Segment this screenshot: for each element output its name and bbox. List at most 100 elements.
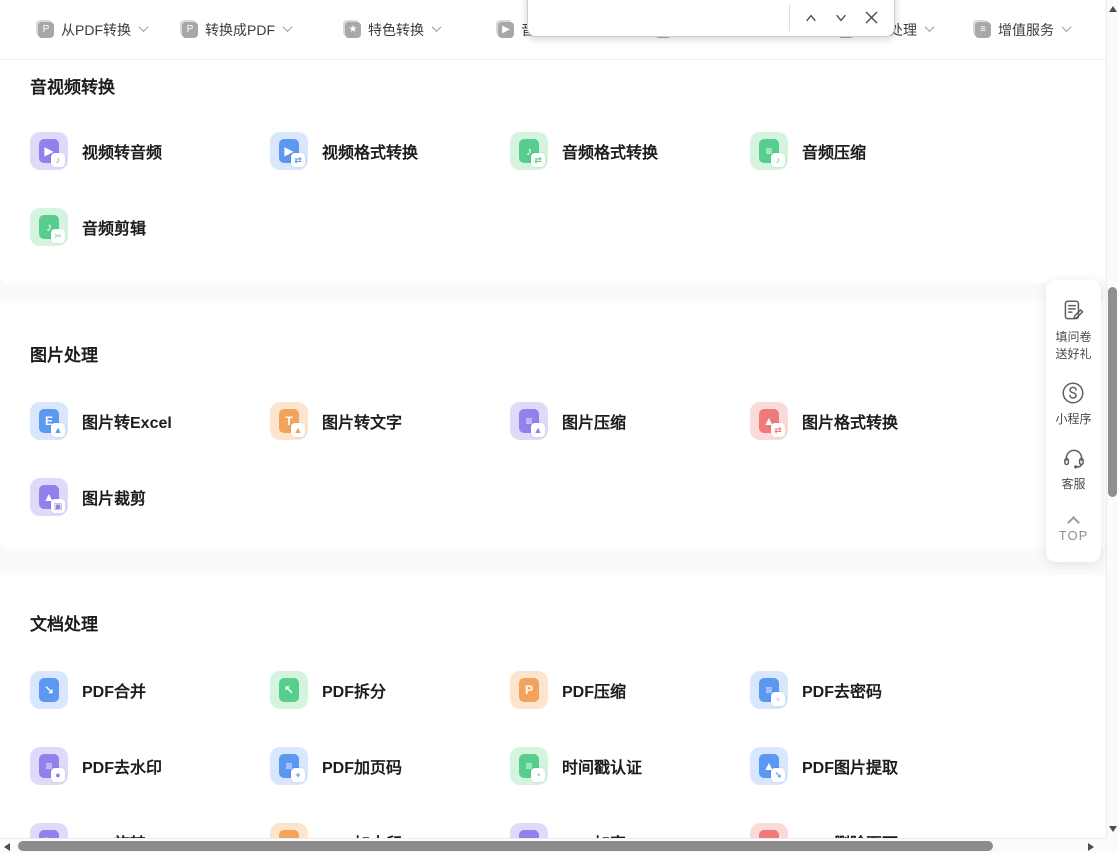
note-badge-icon: ♪ (771, 153, 785, 167)
tool-label: 视频转音频 (82, 139, 162, 163)
image-crop-icon: ▲▣ (30, 478, 68, 516)
star-badge-icon: ★ (345, 22, 361, 38)
nav-item-featured[interactable]: ★ 特色转换 (345, 0, 440, 60)
tool-image-to-excel[interactable]: E▲ 图片转Excel (30, 402, 270, 440)
image-to-excel-icon: E▲ (30, 402, 68, 440)
chevron-down-icon (139, 22, 149, 32)
video-to-audio-icon: ▶♪ (30, 132, 68, 170)
tool-image-compress[interactable]: ≡▲ 图片压缩 (510, 402, 750, 440)
tool-label: 音频格式转换 (562, 139, 658, 163)
pdf-compress-icon: P (510, 671, 548, 709)
scrollbar-corner (1106, 838, 1118, 853)
tool-image-format-convert[interactable]: ▲⇄图片格式转换 (750, 402, 990, 440)
survey-label-line1: 填问卷 (1055, 329, 1091, 346)
find-dialog (527, 0, 895, 37)
survey-gift-button[interactable]: 填问卷 送好礼 (1055, 298, 1091, 363)
pdf-add-page-numbers-icon: ≡+ (270, 747, 308, 785)
tool-pdf-remove-password[interactable]: ≡▫PDF去密码 (750, 671, 990, 709)
find-input[interactable] (540, 5, 785, 31)
tool-label: 视频格式转换 (322, 139, 418, 163)
section-title: 文档处理 (30, 614, 1076, 635)
floating-side-widget: 填问卷 送好礼 小程序 客服 TOP (1046, 280, 1101, 562)
unlock-badge-icon: ▫ (771, 692, 785, 706)
scroll-up-arrow-icon[interactable] (1109, 6, 1117, 12)
horizontal-scrollbar-thumb[interactable] (18, 841, 993, 851)
nav-item-label: 特色转换 (368, 20, 424, 40)
tool-audio-compress[interactable]: ≡♪音频压缩 (750, 132, 990, 170)
tool-pdf-merge[interactable]: ↘PDF合并 (30, 671, 270, 709)
tool-audio-format-convert[interactable]: ♪⇄ 音频格式转换 (510, 132, 750, 170)
tool-glyph: ↖ (279, 678, 299, 702)
scroll-down-arrow-icon[interactable] (1109, 826, 1117, 832)
chevron-down-icon (925, 22, 935, 32)
crop-badge-icon: ▣ (51, 499, 65, 513)
miniprogram-button[interactable]: 小程序 (1055, 380, 1091, 428)
audio-compress-icon: ≡♪ (750, 132, 788, 170)
section-gap (0, 549, 1106, 575)
tool-video-format-convert[interactable]: ▶⇄ 视频格式转换 (270, 132, 510, 170)
survey-label-line2: 送好礼 (1055, 346, 1091, 363)
tool-video-to-audio[interactable]: ▶♪ 视频转音频 (30, 132, 270, 170)
nav-item-from-pdf[interactable]: P从PDF转换 (38, 0, 147, 60)
tool-label: 图片转Excel (82, 409, 172, 433)
tool-pdf-extract-images[interactable]: ▲↘ PDF图片提取 (750, 747, 990, 785)
back-to-top-button[interactable]: TOP (1059, 518, 1089, 543)
tool-image-to-text[interactable]: T▲图片转文字 (270, 402, 510, 440)
image-badge-icon: ▲ (51, 423, 65, 437)
image-to-text-icon: T▲ (270, 402, 308, 440)
section-2: 文档处理 ↘PDF合并↖PDF拆分 P PDF压缩 ≡▫PDF去密码 ≡●PDF去水印≡+… (0, 575, 1106, 853)
back-to-top-label: TOP (1059, 528, 1089, 543)
horizontal-scrollbar[interactable] (0, 838, 1106, 853)
tool-pdf-compress[interactable]: P PDF压缩 (510, 671, 750, 709)
video-format-convert-icon: ▶⇄ (270, 132, 308, 170)
tool-label: PDF图片提取 (802, 754, 898, 778)
survey-pencil-icon (1060, 298, 1086, 324)
tool-label: 时间戳认证 (562, 754, 642, 778)
tool-pdf-split[interactable]: ↖PDF拆分 (270, 671, 510, 709)
chevron-up-icon (1067, 516, 1080, 529)
tool-timestamp-certify[interactable]: ≡◔时间戳认证 (510, 747, 750, 785)
tool-glyph: P (519, 678, 539, 702)
note-badge-icon: ♪ (51, 153, 65, 167)
tool-pdf-remove-watermark[interactable]: ≡●PDF去水印 (30, 747, 270, 785)
vertical-scrollbar-thumb[interactable] (1108, 287, 1117, 497)
image-format-convert-icon: ▲⇄ (750, 402, 788, 440)
headset-icon (1061, 445, 1087, 471)
scroll-left-arrow-icon[interactable] (4, 843, 10, 851)
tool-label: PDF去水印 (82, 754, 162, 778)
tool-pdf-add-page-numbers[interactable]: ≡+PDF加页码 (270, 747, 510, 785)
find-close-button[interactable] (856, 4, 886, 32)
vertical-scrollbar[interactable] (1106, 0, 1118, 838)
section-title: 图片处理 (30, 345, 1076, 366)
plus-badge-icon: + (291, 768, 305, 782)
image-compress-icon: ≡▲ (510, 402, 548, 440)
tool-glyph: ↘ (39, 678, 59, 702)
find-divider (789, 5, 790, 31)
section-title: 音视频转换 (30, 77, 1076, 98)
tool-label: 图片裁剪 (82, 485, 146, 509)
image-badge-icon: ▲ (291, 423, 305, 437)
section-1: 图片处理E▲图片转ExcelT▲图片转文字≡▲图片压缩▲⇄图片格式转换▲▣图片裁… (0, 301, 1106, 549)
pdf-remove-password-icon: ≡▫ (750, 671, 788, 709)
find-next-button[interactable] (826, 4, 856, 32)
miniprogram-icon (1060, 380, 1086, 406)
nav-item-to-pdf[interactable]: P转换成PDF (182, 0, 291, 60)
scroll-right-arrow-icon[interactable] (1088, 843, 1094, 851)
pdf-pages-icon: P (182, 22, 198, 38)
tool-label: 图片压缩 (562, 409, 626, 433)
tool-label: 音频剪辑 (82, 215, 146, 239)
tool-label: PDF压缩 (562, 678, 626, 702)
pdf-split-icon: ↖ (270, 671, 308, 709)
tool-audio-trim[interactable]: ♪✂ 音频剪辑 (30, 208, 270, 246)
scissors-badge-icon: ✂ (51, 229, 65, 243)
swap-badge-icon: ⇄ (771, 423, 785, 437)
find-previous-button[interactable] (796, 4, 826, 32)
tool-grid: ↘PDF合并↖PDF拆分 P PDF压缩 ≡▫PDF去密码 ≡●PDF去水印≡+PDF加… (30, 671, 1076, 853)
clock-badge-icon: ◔ (531, 768, 545, 782)
audio-trim-icon: ♪✂ (30, 208, 68, 246)
tool-image-crop[interactable]: ▲▣ 图片裁剪 (30, 478, 270, 516)
audio-format-convert-icon: ♪⇄ (510, 132, 548, 170)
nav-item-value-services[interactable]: ≡增值服务 (975, 0, 1070, 60)
customer-service-button[interactable]: 客服 (1061, 445, 1087, 493)
pdf-extract-images-icon: ▲↘ (750, 747, 788, 785)
